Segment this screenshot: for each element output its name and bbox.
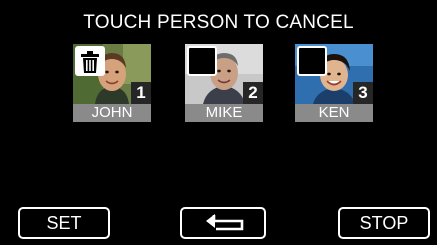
stop-button[interactable]: STOP [338, 207, 430, 239]
person-card-mike[interactable]: 2 MIKE [185, 44, 263, 122]
cancel-checkbox[interactable] [297, 46, 327, 76]
return-arrow-icon [206, 214, 244, 231]
cancel-checkbox[interactable] [75, 46, 105, 76]
page-title: TOUCH PERSON TO CANCEL [83, 12, 354, 33]
person-name-label: KEN [295, 104, 373, 122]
person-name-label: MIKE [185, 104, 263, 122]
person-number-badge: 2 [243, 82, 263, 104]
person-number-badge: 3 [353, 82, 373, 104]
person-name-label: JOHN [73, 104, 151, 122]
person-card-ken[interactable]: 3 KEN [295, 44, 373, 122]
face-cancel-screen: TOUCH PERSON TO CANCEL 1 JOHN 2 MIKE 3 K… [0, 0, 437, 245]
trash-icon [81, 51, 99, 73]
back-button[interactable] [180, 207, 266, 239]
person-card-john[interactable]: 1 JOHN [73, 44, 151, 122]
person-number-badge: 1 [131, 82, 151, 104]
cancel-checkbox[interactable] [187, 46, 217, 76]
set-button[interactable]: SET [18, 207, 110, 239]
